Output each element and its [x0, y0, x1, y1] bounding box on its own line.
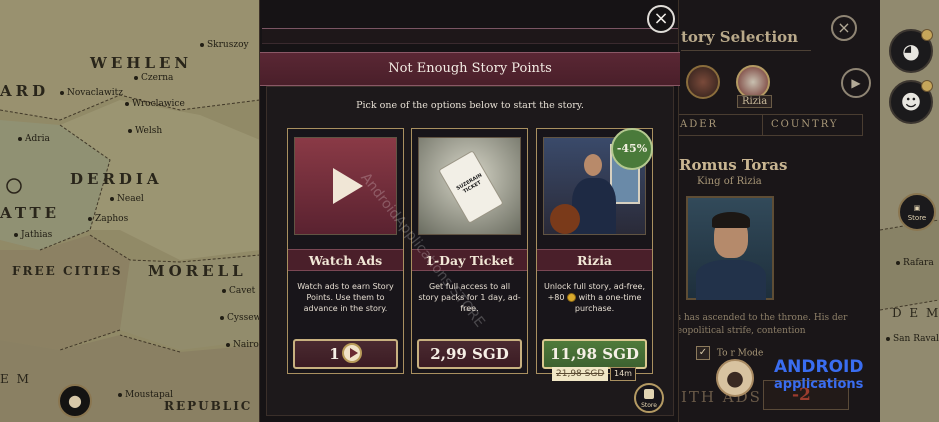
store-label: Store	[907, 214, 927, 222]
rizia-crest-icon[interactable]	[736, 65, 770, 99]
reddit-button[interactable]: ☻	[889, 80, 933, 124]
discord-button[interactable]: ◕	[889, 29, 933, 73]
buy-ticket-button[interactable]: 2,99 SGD	[417, 339, 522, 369]
profile-button[interactable]: ●	[58, 384, 92, 418]
watch-ads-option[interactable]: Watch Ads Watch ads to earn Story Points…	[287, 128, 404, 374]
notification-dot	[921, 29, 933, 41]
leader-description: as has ascended to the throne. His der g…	[671, 313, 848, 336]
notification-dot	[921, 80, 933, 92]
leader-portrait	[686, 196, 774, 300]
tab-leader[interactable]: ADER	[680, 119, 718, 130]
title-divider	[681, 50, 811, 51]
modal-store-button[interactable]: Store	[634, 383, 664, 413]
reddit-icon: ☻	[900, 90, 922, 114]
story-selection-title: tory Selection	[681, 28, 799, 46]
pug-logo-icon	[716, 359, 754, 397]
modal-subtitle: Pick one of the options below to start t…	[356, 100, 584, 111]
close-icon[interactable]: ×	[647, 5, 675, 33]
tab-country[interactable]: COUNTRY	[762, 115, 839, 135]
discount-badge: -45%	[611, 128, 653, 170]
ticket-icon: SUZERAIN TICKET	[418, 137, 521, 235]
watermark-brand-line1: ANDROID	[774, 357, 864, 377]
checkbox-icon[interactable]: ✓	[696, 346, 710, 360]
watermark-brand-line2: applications	[774, 377, 864, 392]
leader-name: Romus Toras	[679, 156, 788, 174]
original-price: 21,98 SGD	[552, 367, 609, 381]
next-arrow-button[interactable]: ▶	[841, 68, 871, 98]
watch-ads-title: Watch Ads	[288, 249, 403, 271]
store-icon: ▣	[913, 204, 921, 212]
country-crest-icon[interactable]	[686, 65, 720, 99]
user-icon: ●	[68, 391, 82, 410]
leader-role: King of Rizia	[697, 176, 762, 187]
watch-ad-button[interactable]: 1	[293, 339, 398, 369]
buy-rizia-button[interactable]: 11,98 SGD	[542, 339, 647, 369]
country-tag: Rizia	[737, 95, 773, 108]
leader-country-tabs: ADER COUNTRY	[671, 114, 863, 136]
discord-icon: ◕	[902, 39, 920, 63]
watermark-logo: ANDROID applications	[716, 355, 866, 403]
rizia-title: Rizia	[537, 249, 652, 271]
modal-header: Not Enough Story Points	[260, 52, 680, 86]
store-button[interactable]: ▣ Store	[898, 193, 936, 231]
offer-timer: 14m	[610, 367, 636, 381]
rizia-description: Unlock full story, ad-free, +80 with a o…	[543, 281, 646, 314]
rizia-description-part2: with a one-time purchase.	[574, 293, 642, 313]
watch-ads-description: Watch ads to earn Story Points. Use them…	[297, 282, 394, 313]
play-circle-icon	[341, 343, 362, 363]
store-label: Store	[641, 402, 657, 409]
coin-icon	[567, 293, 577, 302]
ad-count: 1	[329, 345, 340, 363]
modal-top-strip	[262, 28, 678, 44]
close-icon[interactable]: ×	[831, 15, 857, 41]
